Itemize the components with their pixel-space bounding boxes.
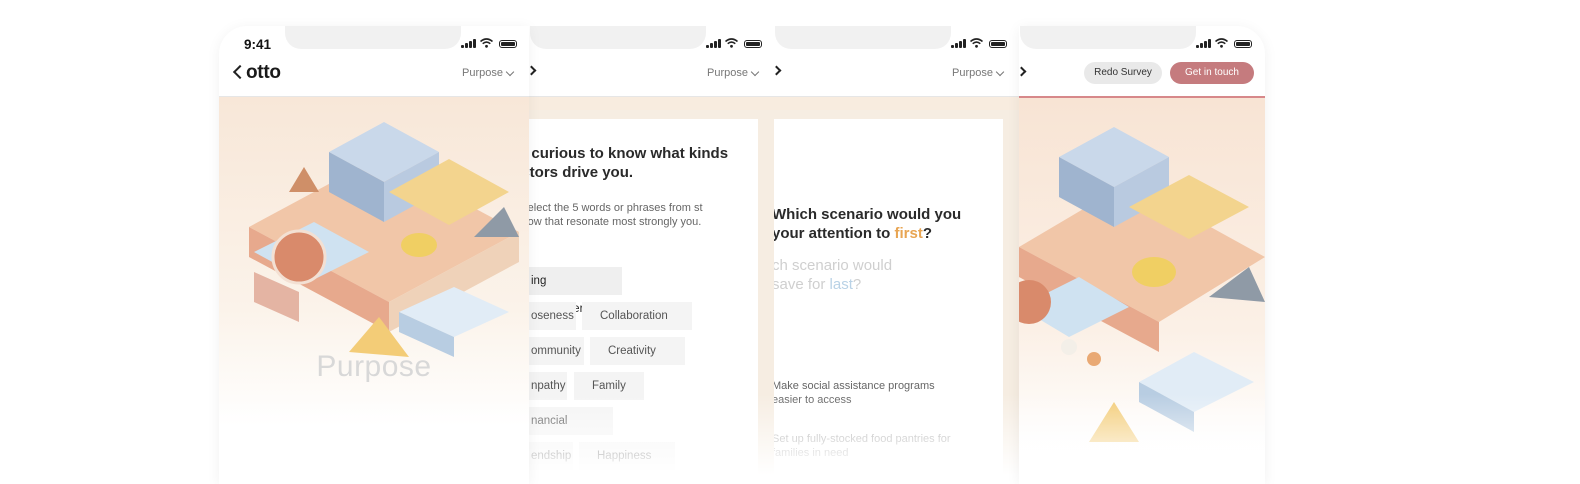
status-icons: [461, 38, 517, 48]
signal-icon: [951, 39, 966, 48]
back-chevron-icon[interactable]: [1019, 66, 1027, 77]
results-illustration: [1019, 97, 1265, 484]
battery-icon: [743, 40, 762, 48]
status-icons: [951, 38, 1007, 48]
progress-band: [529, 97, 774, 110]
notch: [1020, 26, 1196, 49]
signal-icon: [461, 39, 476, 48]
question-line: save for last?: [774, 275, 892, 294]
scenario-option[interactable]: Set up fully-stocked food pantries for f…: [774, 432, 952, 460]
screen-purpose-intro: 9:41 otto Purpose Purpose: [219, 26, 529, 484]
battery-icon: [1233, 40, 1252, 48]
status-icons: [706, 38, 762, 48]
wifi-icon: [724, 38, 738, 48]
chip-option[interactable]: Collaboration: [582, 302, 692, 330]
chevron-down-icon: [505, 67, 515, 76]
redo-survey-button[interactable]: Redo Survey: [1084, 62, 1162, 84]
app-header: otto Purpose: [219, 59, 529, 97]
question-line: actors drive you.: [529, 164, 634, 181]
back-chevron-icon[interactable]: [529, 65, 537, 76]
chevron-down-icon: [995, 67, 1005, 76]
notch: [285, 26, 461, 49]
app-logo: otto: [246, 62, 281, 83]
question-text: ?: [852, 276, 862, 293]
chevron-down-icon: [750, 67, 760, 76]
chip-option[interactable]: nancial stability: [529, 407, 613, 455]
dropdown-label: Purpose: [952, 67, 993, 79]
app-header: Purpose: [529, 59, 774, 97]
chip-option[interactable]: npathy: [529, 372, 567, 400]
notch: [530, 26, 706, 49]
emphasis-last: last: [829, 276, 853, 293]
question-card: re curious to know what kinds actors dri…: [529, 119, 758, 484]
question-line: ch scenario would: [774, 257, 893, 274]
question-text: save for: [774, 276, 830, 293]
chip-option[interactable]: Family: [574, 372, 644, 400]
screen-scenario-rank: Purpose Which scenario would you your at…: [774, 26, 1019, 484]
section-dropdown[interactable]: Purpose: [952, 67, 1005, 79]
question-text: your attention to: [774, 225, 895, 242]
screen-word-select: Purpose re curious to know what kinds ac…: [529, 26, 774, 484]
notch: [775, 26, 951, 49]
hero-illustration: [219, 97, 529, 484]
wifi-icon: [479, 38, 493, 48]
question-first: Which scenario would you your attention …: [774, 205, 961, 243]
chip-option[interactable]: endship: [529, 442, 573, 470]
status-time: 9:41: [244, 37, 272, 52]
dropdown-label: Purpose: [462, 67, 503, 79]
battery-icon: [498, 40, 517, 48]
question-description: e select the 5 words or phrases from st …: [529, 202, 703, 228]
status-icons: [1196, 38, 1252, 48]
question-title: re curious to know what kinds actors dri…: [529, 144, 728, 182]
back-chevron-icon[interactable]: [774, 65, 782, 76]
city-illustration: [1019, 127, 1265, 442]
question-text: ?: [922, 225, 933, 242]
back-chevron-icon[interactable]: [232, 64, 248, 80]
dropdown-label: Purpose: [707, 67, 748, 79]
emphasis-first: first: [894, 225, 923, 242]
question-line: Which scenario would you: [774, 206, 962, 223]
question-last: ch scenario would save for last?: [774, 256, 892, 294]
battery-icon: [988, 40, 1007, 48]
chip-option[interactable]: oseness: [529, 302, 576, 330]
chip-option[interactable]: ing remembered: [529, 267, 622, 315]
question-card: Which scenario would you your attention …: [774, 119, 1003, 484]
app-header: Purpose: [774, 59, 1019, 97]
screen-results: Redo Survey Get in touch: [1019, 26, 1265, 484]
wifi-icon: [1214, 38, 1228, 48]
section-dropdown[interactable]: Purpose: [707, 67, 760, 79]
get-in-touch-button[interactable]: Get in touch: [1170, 62, 1254, 84]
question-line: re curious to know what kinds: [529, 145, 729, 162]
question-line: your attention to first?: [774, 224, 961, 243]
progress-band: [774, 97, 1019, 110]
wifi-icon: [969, 38, 983, 48]
signal-icon: [1196, 39, 1211, 48]
chip-option[interactable]: Creativity: [590, 337, 685, 365]
header-accent-line: [1019, 96, 1265, 98]
chip-option[interactable]: Happiness: [579, 442, 675, 470]
hero-title: Purpose: [316, 350, 432, 383]
section-dropdown[interactable]: Purpose: [462, 67, 515, 79]
chip-option[interactable]: ommunity: [529, 337, 584, 365]
signal-icon: [706, 39, 721, 48]
scenario-option[interactable]: Make social assistance programs easier t…: [774, 379, 952, 407]
